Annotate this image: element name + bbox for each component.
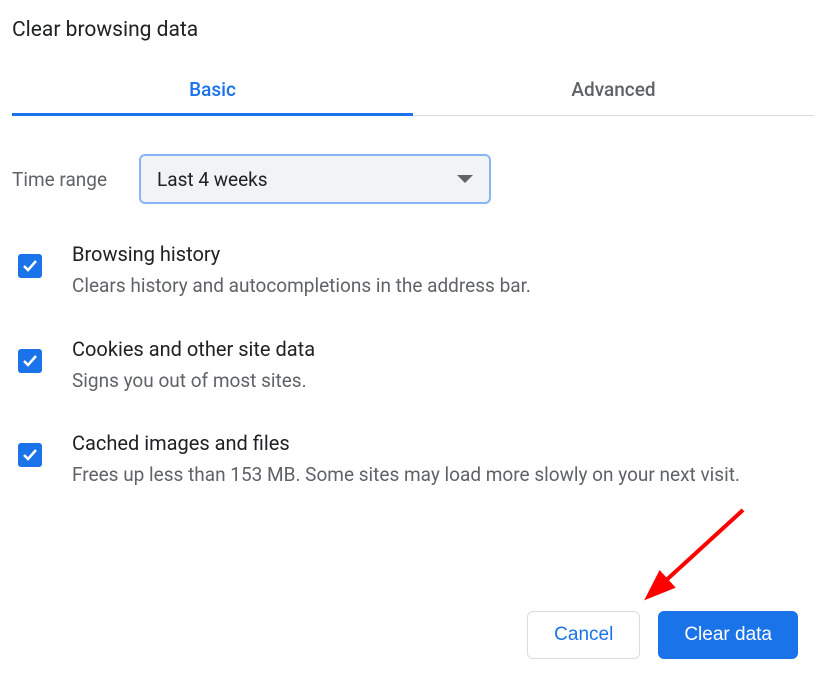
option-cache: Cached images and files Frees up less th… — [12, 431, 814, 490]
checkbox-cookies[interactable] — [18, 349, 42, 373]
option-cookies: Cookies and other site data Signs you ou… — [12, 337, 814, 396]
option-text: Cached images and files Frees up less th… — [72, 431, 814, 490]
option-desc: Signs you out of most sites. — [72, 367, 814, 396]
checkbox-cache[interactable] — [18, 443, 42, 467]
chevron-down-icon — [457, 175, 473, 183]
tab-basic[interactable]: Basic — [12, 64, 413, 115]
option-title: Cached images and files — [72, 431, 814, 455]
check-icon — [21, 352, 39, 370]
tab-advanced[interactable]: Advanced — [413, 64, 814, 115]
cancel-button[interactable]: Cancel — [527, 611, 640, 659]
clear-data-button[interactable]: Clear data — [658, 611, 798, 659]
time-range-label: Time range — [12, 168, 107, 191]
time-range-row: Time range Last 4 weeks — [12, 154, 814, 204]
option-title: Browsing history — [72, 242, 814, 266]
annotation-arrow-icon — [628, 505, 748, 615]
option-desc: Clears history and autocompletions in th… — [72, 272, 814, 301]
option-browsing-history: Browsing history Clears history and auto… — [12, 242, 814, 301]
option-text: Browsing history Clears history and auto… — [72, 242, 814, 301]
option-text: Cookies and other site data Signs you ou… — [72, 337, 814, 396]
check-icon — [21, 446, 39, 464]
option-title: Cookies and other site data — [72, 337, 814, 361]
option-desc: Frees up less than 153 MB. Some sites ma… — [72, 461, 814, 490]
dialog-title: Clear browsing data — [12, 18, 814, 42]
checkbox-browsing-history[interactable] — [18, 254, 42, 278]
check-icon — [21, 257, 39, 275]
dialog-buttons: Cancel Clear data — [527, 611, 798, 659]
time-range-value: Last 4 weeks — [157, 168, 457, 191]
tabs: Basic Advanced — [12, 64, 814, 116]
time-range-select[interactable]: Last 4 weeks — [139, 154, 491, 204]
